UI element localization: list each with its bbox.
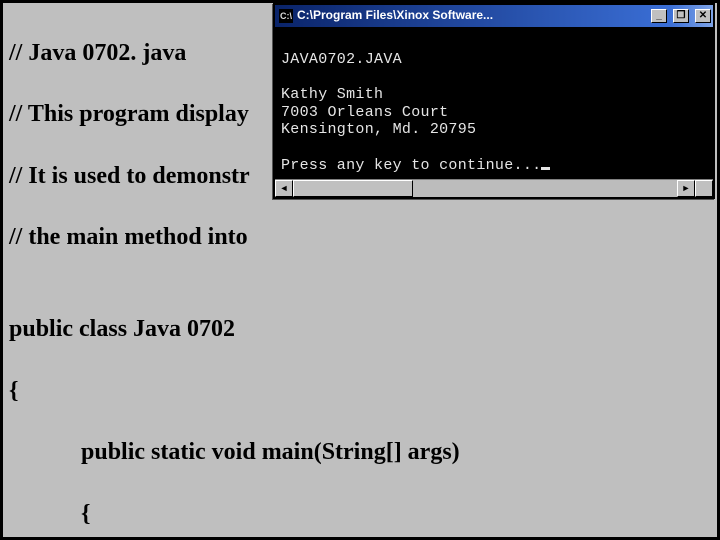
output-line: Press any key to continue... <box>281 157 541 174</box>
horizontal-scrollbar[interactable]: ◄ ► <box>275 179 713 197</box>
resize-grip[interactable] <box>695 180 713 197</box>
scroll-right-button[interactable]: ► <box>677 180 695 197</box>
code-line: { <box>9 376 711 407</box>
close-button[interactable]: ✕ <box>695 9 711 23</box>
minimize-button[interactable]: _ <box>651 9 667 23</box>
output-line: Kathy Smith <box>281 86 383 103</box>
window-title: C:\Program Files\Xinox Software... <box>297 8 645 23</box>
titlebar[interactable]: C:\ C:\Program Files\Xinox Software... _… <box>275 5 713 27</box>
console-output: JAVA0702.JAVA Kathy Smith 7003 Orleans C… <box>275 27 713 179</box>
scroll-thumb[interactable] <box>293 180 413 197</box>
text-cursor <box>541 167 550 170</box>
output-line: Kensington, Md. 20795 <box>281 121 476 138</box>
scroll-left-button[interactable]: ◄ <box>275 180 293 197</box>
output-line: 7003 Orleans Court <box>281 104 448 121</box>
code-line: { <box>9 499 711 530</box>
maximize-button[interactable]: ❐ <box>673 9 689 23</box>
cmd-icon: C:\ <box>279 9 293 23</box>
scroll-track[interactable] <box>293 180 677 197</box>
console-window: C:\ C:\Program Files\Xinox Software... _… <box>273 3 715 199</box>
output-line: JAVA0702.JAVA <box>281 51 402 68</box>
code-line: public static void main(String[] args) <box>9 437 711 468</box>
code-line: public class Java 0702 <box>9 314 711 345</box>
code-line: // the main method into <box>9 222 711 253</box>
